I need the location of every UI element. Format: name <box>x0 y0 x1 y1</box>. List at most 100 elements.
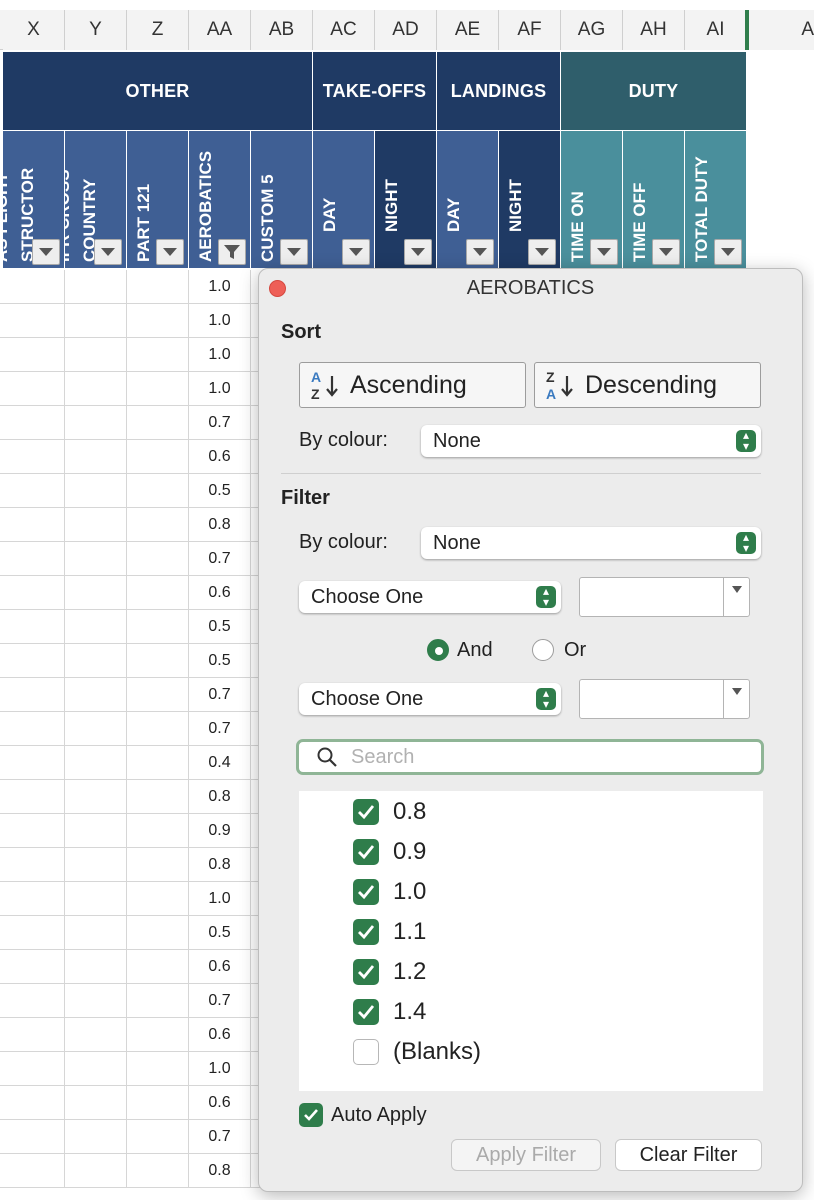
table-cell[interactable] <box>65 406 127 440</box>
condition-value-1[interactable] <box>579 577 750 617</box>
table-cell[interactable] <box>127 474 189 508</box>
table-cell[interactable] <box>127 338 189 372</box>
filter-dropdown-button[interactable] <box>94 239 122 265</box>
table-cell[interactable] <box>127 848 189 882</box>
column-header-ae[interactable]: AE <box>437 10 499 50</box>
aerobatics-cell[interactable]: 1.0 <box>189 882 251 916</box>
table-cell[interactable] <box>65 848 127 882</box>
table-cell[interactable] <box>0 984 65 1018</box>
table-cell[interactable] <box>127 508 189 542</box>
aerobatics-cell[interactable]: 0.7 <box>189 406 251 440</box>
table-cell[interactable] <box>0 916 65 950</box>
table-cell[interactable] <box>127 1052 189 1086</box>
table-cell[interactable] <box>65 1018 127 1052</box>
table-cell[interactable] <box>65 508 127 542</box>
aerobatics-cell[interactable]: 0.6 <box>189 1086 251 1120</box>
table-cell[interactable] <box>127 1018 189 1052</box>
table-cell[interactable] <box>65 338 127 372</box>
aerobatics-cell[interactable]: 0.8 <box>189 508 251 542</box>
table-cell[interactable] <box>65 372 127 406</box>
filter-dropdown-button[interactable] <box>466 239 494 265</box>
table-cell[interactable] <box>0 372 65 406</box>
search-field[interactable]: Search <box>296 739 764 775</box>
filter-list-item[interactable]: 1.4 <box>353 995 426 1029</box>
table-cell[interactable] <box>127 814 189 848</box>
table-cell[interactable] <box>0 644 65 678</box>
table-cell[interactable] <box>0 712 65 746</box>
table-cell[interactable] <box>127 746 189 780</box>
filter-list-item[interactable]: 0.8 <box>353 795 426 829</box>
table-cell[interactable] <box>127 644 189 678</box>
table-cell[interactable] <box>65 1154 127 1188</box>
aerobatics-cell[interactable]: 0.5 <box>189 610 251 644</box>
table-cell[interactable] <box>65 950 127 984</box>
table-cell[interactable] <box>0 848 65 882</box>
aerobatics-cell[interactable]: 0.7 <box>189 1120 251 1154</box>
filter-dropdown-button[interactable] <box>156 239 184 265</box>
table-cell[interactable] <box>0 1120 65 1154</box>
table-cell[interactable] <box>127 984 189 1018</box>
filter-item-checkbox[interactable] <box>353 839 379 865</box>
filter-active-button[interactable] <box>218 239 246 265</box>
aerobatics-cell[interactable]: 0.7 <box>189 712 251 746</box>
filter-item-checkbox[interactable] <box>353 1039 379 1065</box>
table-cell[interactable] <box>65 576 127 610</box>
aerobatics-cell[interactable]: 0.5 <box>189 916 251 950</box>
table-cell[interactable] <box>0 1052 65 1086</box>
column-header-ai[interactable]: AI <box>685 10 747 50</box>
filter-dropdown-button[interactable] <box>32 239 60 265</box>
table-cell[interactable] <box>127 780 189 814</box>
combo-dropdown-button[interactable] <box>723 578 749 616</box>
table-cell[interactable] <box>0 1154 65 1188</box>
filter-dropdown-button[interactable] <box>590 239 618 265</box>
table-cell[interactable] <box>0 678 65 712</box>
column-header-ah[interactable]: AH <box>623 10 685 50</box>
table-cell[interactable] <box>0 780 65 814</box>
table-cell[interactable] <box>127 576 189 610</box>
table-cell[interactable] <box>0 338 65 372</box>
table-cell[interactable] <box>65 270 127 304</box>
column-header-y[interactable]: Y <box>65 10 127 50</box>
table-cell[interactable] <box>0 814 65 848</box>
table-cell[interactable] <box>127 712 189 746</box>
aerobatics-cell[interactable]: 1.0 <box>189 372 251 406</box>
table-cell[interactable] <box>127 916 189 950</box>
clear-filter-button[interactable]: Clear Filter <box>615 1139 762 1171</box>
table-cell[interactable] <box>65 882 127 916</box>
table-cell[interactable] <box>0 610 65 644</box>
aerobatics-cell[interactable]: 1.0 <box>189 270 251 304</box>
table-cell[interactable] <box>127 406 189 440</box>
filter-item-checkbox[interactable] <box>353 959 379 985</box>
table-cell[interactable] <box>0 950 65 984</box>
filter-dropdown-button[interactable] <box>714 239 742 265</box>
filter-list-item[interactable]: 1.2 <box>353 955 426 989</box>
table-cell[interactable] <box>65 1052 127 1086</box>
aerobatics-cell[interactable]: 0.5 <box>189 474 251 508</box>
aerobatics-cell[interactable]: 0.8 <box>189 780 251 814</box>
filter-list-item[interactable]: (Blanks) <box>353 1035 481 1069</box>
aerobatics-cell[interactable]: 0.8 <box>189 1154 251 1188</box>
column-header-ac[interactable]: AC <box>313 10 375 50</box>
aerobatics-cell[interactable]: 1.0 <box>189 338 251 372</box>
column-header-ag[interactable]: AG <box>561 10 623 50</box>
filter-dropdown-button[interactable] <box>652 239 680 265</box>
table-cell[interactable] <box>127 678 189 712</box>
table-cell[interactable] <box>127 950 189 984</box>
table-cell[interactable] <box>65 712 127 746</box>
aerobatics-cell[interactable]: 0.7 <box>189 984 251 1018</box>
table-cell[interactable] <box>0 508 65 542</box>
table-cell[interactable] <box>65 984 127 1018</box>
filter-list-item[interactable]: 1.0 <box>353 875 426 909</box>
table-cell[interactable] <box>65 440 127 474</box>
aerobatics-cell[interactable]: 0.6 <box>189 950 251 984</box>
table-cell[interactable] <box>127 1120 189 1154</box>
table-cell[interactable] <box>0 1086 65 1120</box>
or-radio[interactable] <box>532 639 554 661</box>
table-cell[interactable] <box>127 610 189 644</box>
table-cell[interactable] <box>127 440 189 474</box>
table-cell[interactable] <box>65 1086 127 1120</box>
aerobatics-cell[interactable]: 0.6 <box>189 440 251 474</box>
table-cell[interactable] <box>0 270 65 304</box>
aerobatics-cell[interactable]: 0.8 <box>189 848 251 882</box>
table-cell[interactable] <box>65 814 127 848</box>
